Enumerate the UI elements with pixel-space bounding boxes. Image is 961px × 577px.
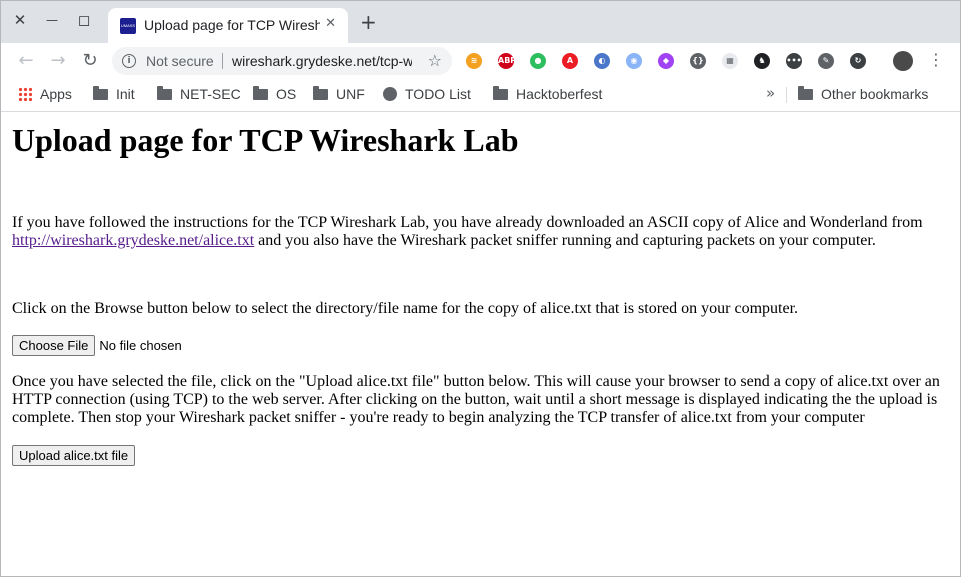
bookmark-folder-os[interactable]: OS (253, 85, 296, 105)
eyedropper-icon[interactable]: ✎ (818, 53, 834, 69)
adblock-plus-icon[interactable]: ABP (498, 53, 516, 69)
security-label[interactable]: Not secure (146, 53, 214, 69)
bookmarks-divider (786, 87, 787, 103)
new-tab-icon[interactable]: + (360, 12, 377, 32)
tab-active[interactable]: UMASS Upload page for TCP Wireshark Lab … (108, 8, 348, 43)
intro-text-continued: and you also have the Wireshark packet s… (254, 232, 876, 249)
title-bar: ✕ — ◻ UMASS Upload page for TCP Wireshar… (0, 0, 961, 43)
extension-grid-icon[interactable]: ▦ (722, 53, 738, 69)
bookmark-folder-hacktoberfest[interactable]: Hacktoberfest (493, 85, 602, 105)
choose-file-button[interactable]: Choose File (12, 335, 96, 356)
intro-paragraph: If you have followed the instructions fo… (12, 214, 952, 250)
address-divider (222, 53, 223, 69)
bookmarks-bar: Apps Init NET-SEC OS UNF TODO List Hackt… (0, 79, 961, 112)
folder-icon (798, 86, 813, 100)
close-tab-icon[interactable]: ✕ (325, 16, 336, 31)
close-window-icon[interactable]: ✕ (10, 10, 30, 30)
bookmark-star-icon[interactable]: ☆ (428, 51, 442, 70)
folder-icon (493, 86, 508, 100)
browse-instruction: Click on the Browse button below to sele… (12, 300, 799, 317)
bookmark-label: Other bookmarks (821, 86, 929, 102)
tab-title: Upload page for TCP Wireshark Lab (144, 17, 320, 33)
bookmark-folder-init[interactable]: Init (93, 85, 135, 105)
alice-link[interactable]: http://wireshark.grydeske.net/alice.txt (12, 232, 254, 249)
extension-gear-icon[interactable]: ◉ (626, 53, 642, 69)
address-bar[interactable]: i Not secure wireshark.grydeske.net/tcp-… (112, 47, 452, 75)
intro-text: If you have followed the instructions fo… (12, 214, 923, 231)
github-icon[interactable]: ♞ (754, 53, 770, 69)
bookmark-apps[interactable]: Apps (18, 85, 72, 105)
extension-sync-icon[interactable]: ↻ (850, 53, 866, 69)
authy-icon[interactable]: A (562, 53, 578, 69)
globe-icon (383, 87, 397, 101)
folder-icon (157, 86, 172, 100)
reload-icon[interactable]: ↻ (80, 51, 100, 71)
bookmark-label: Hacktoberfest (516, 86, 603, 102)
profile-avatar[interactable] (893, 51, 913, 71)
extension-tag-icon[interactable]: ◆ (658, 53, 674, 69)
site-favicon-icon: UMASS (120, 18, 136, 34)
bookmark-folder-other[interactable]: Other bookmarks (798, 85, 928, 105)
page-heading: Upload page for TCP Wireshark Lab (12, 122, 519, 158)
extension-dots-icon[interactable]: ••• (786, 53, 802, 69)
bookmarks-overflow-icon[interactable]: » (766, 84, 775, 102)
minimize-window-icon[interactable]: — (42, 10, 62, 30)
bookmark-label: UNF (336, 86, 365, 102)
bookmark-label: OS (276, 86, 297, 102)
folder-icon (253, 86, 268, 100)
extension-code-icon[interactable]: {} (690, 53, 706, 69)
apps-grid-icon (18, 87, 32, 101)
bookmark-label: Init (116, 86, 135, 102)
bookmark-label: NET-SEC (180, 86, 241, 102)
rss-icon[interactable]: ≋ (466, 53, 482, 69)
maximize-window-icon[interactable]: ◻ (74, 10, 94, 30)
evernote-icon[interactable]: ● (530, 53, 546, 69)
file-status: No file chosen (99, 338, 182, 353)
menu-kebab-icon[interactable]: ⋮ (928, 50, 944, 70)
back-icon[interactable]: ← (16, 51, 36, 71)
forward-icon[interactable]: → (48, 51, 68, 71)
bookmark-label: TODO List (405, 86, 471, 102)
file-input[interactable]: Choose File No file chosen (12, 335, 952, 357)
url-text[interactable]: wireshark.grydeske.net/tcp-wireshark-fil… (232, 53, 412, 69)
folder-icon (313, 86, 328, 100)
bookmark-folder-net-sec[interactable]: NET-SEC (157, 85, 241, 105)
folder-icon (93, 86, 108, 100)
page-content: Upload page for TCP Wireshark Lab If you… (12, 112, 952, 466)
upload-button[interactable]: Upload alice.txt file (12, 445, 136, 466)
upload-instruction: Once you have selected the file, click o… (12, 373, 940, 426)
bookmark-label: Apps (40, 86, 72, 102)
bookmark-todo-list[interactable]: TODO List (383, 85, 471, 105)
browser-toolbar: ← → ↻ i Not secure wireshark.grydeske.ne… (0, 43, 961, 79)
info-icon[interactable]: i (122, 54, 136, 68)
upload-row: Upload alice.txt file (12, 445, 952, 466)
bookmark-folder-unf[interactable]: UNF (313, 85, 365, 105)
extension-shield-icon[interactable]: ◐ (594, 53, 610, 69)
